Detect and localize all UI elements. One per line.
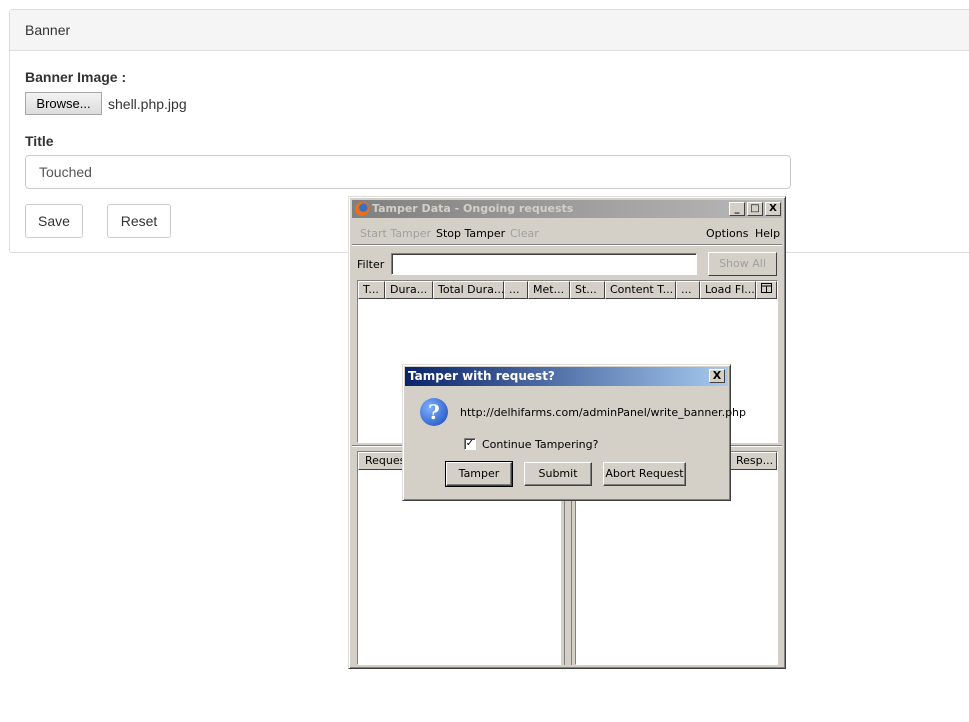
dialog-title-bar[interactable]: Tamper with request? X [405,367,728,386]
start-tamper-menu[interactable]: Start Tamper [360,227,431,240]
help-menu[interactable]: Help [755,227,780,240]
selected-file-name: shell.php.jpg [108,96,187,112]
column-header[interactable]: T... [358,281,385,299]
reset-button[interactable]: Reset [107,204,171,238]
column-header[interactable]: ... [504,281,528,299]
stop-tamper-menu[interactable]: Stop Tamper [436,227,505,240]
toolbar-separator [352,244,782,246]
abort-request-button[interactable]: Abort Request [603,462,686,486]
close-window-button[interactable]: X [765,202,781,216]
continue-tampering-label[interactable]: Continue Tampering? [482,438,598,451]
maximize-button[interactable]: □ [747,202,763,216]
column-header[interactable]: St... [570,281,605,299]
continue-tampering-checkbox[interactable]: ✓ [464,438,476,450]
response-pane-header[interactable]: Resp... [729,452,777,470]
submit-button[interactable]: Submit [524,462,592,486]
column-header[interactable]: Total Dura... [433,281,504,299]
firefox-icon [355,202,369,216]
filter-input[interactable] [391,253,697,275]
tamper-button[interactable]: Tamper [445,461,513,487]
clear-menu[interactable]: Clear [510,227,539,240]
show-all-button[interactable]: Show All [708,252,777,276]
column-header[interactable]: Met... [528,281,570,299]
filter-label: Filter [357,258,385,271]
close-dialog-button[interactable]: X [709,369,725,383]
save-button[interactable]: Save [25,204,83,238]
question-icon: ? [420,398,448,426]
column-header[interactable]: ... [676,281,700,299]
minimize-button[interactable]: _ [729,202,745,216]
window-title-bar[interactable]: Tamper Data - Ongoing requests _ □ X [352,200,782,218]
column-header[interactable]: Dura... [385,281,433,299]
dialog-title: Tamper with request? [408,369,555,383]
banner-image-label: Banner Image : [25,69,127,85]
column-picker-glyph [761,283,772,293]
title-label: Title [25,133,54,149]
title-input[interactable]: Touched [25,155,791,189]
tamper-request-dialog: Tamper with request? X ? http://delhifar… [402,364,746,501]
column-header[interactable]: Load Fl... [700,281,756,299]
window-title: Tamper Data - Ongoing requests [372,202,574,215]
column-header[interactable]: Content T... [605,281,676,299]
request-url: http://delhifarms.com/adminPanel/write_b… [460,406,746,419]
options-menu[interactable]: Options [706,227,748,240]
column-picker-icon[interactable] [756,281,777,299]
browse-button[interactable]: Browse... [25,92,102,115]
panel-heading: Banner [10,10,969,51]
